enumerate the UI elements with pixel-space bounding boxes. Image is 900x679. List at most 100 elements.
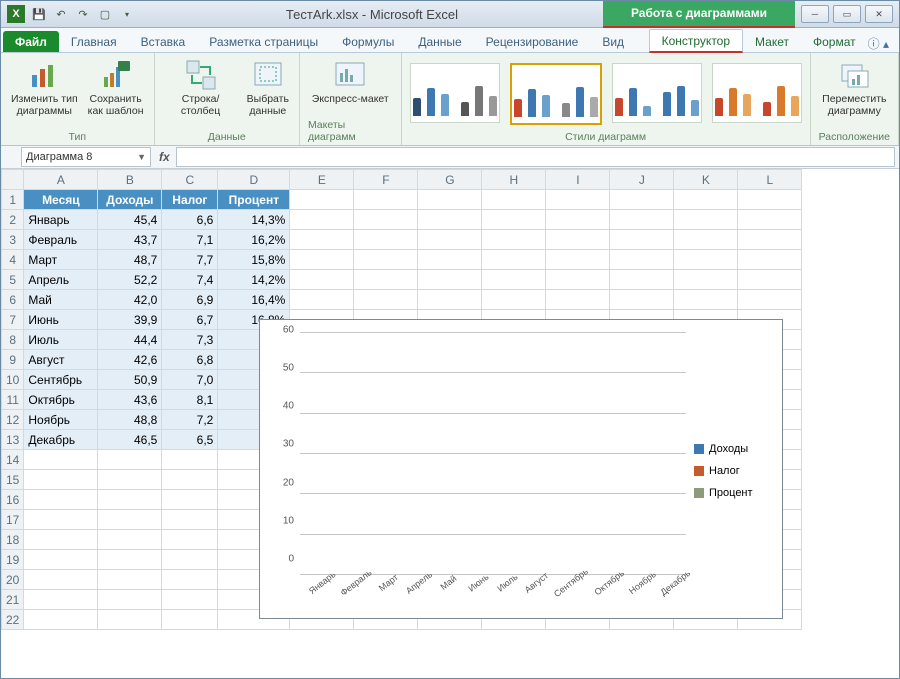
cell[interactable] <box>482 190 546 210</box>
cell[interactable] <box>418 230 482 250</box>
new-icon[interactable]: ▢ <box>97 6 113 22</box>
cell[interactable] <box>674 210 738 230</box>
row-header[interactable]: 15 <box>2 470 24 490</box>
cell[interactable] <box>738 290 802 310</box>
minimize-button[interactable]: ─ <box>801 5 829 23</box>
cell[interactable]: 48,8 <box>98 410 162 430</box>
cell[interactable] <box>610 230 674 250</box>
chart-style-3[interactable] <box>612 63 702 123</box>
cell[interactable]: Август <box>24 350 98 370</box>
cell[interactable] <box>24 510 98 530</box>
cell[interactable]: 39,9 <box>98 310 162 330</box>
cell[interactable]: 14,2% <box>218 270 290 290</box>
column-header[interactable]: E <box>290 170 354 190</box>
chart-style-4[interactable] <box>712 63 802 123</box>
row-header[interactable]: 1 <box>2 190 24 210</box>
cell[interactable]: 48,7 <box>98 250 162 270</box>
name-box[interactable]: Диаграмма 8 ▼ <box>21 147 151 167</box>
tab-chart-design[interactable]: Конструктор <box>649 29 743 53</box>
column-header[interactable]: J <box>610 170 674 190</box>
row-header[interactable]: 7 <box>2 310 24 330</box>
cell[interactable] <box>162 530 218 550</box>
cell[interactable] <box>418 250 482 270</box>
cell[interactable] <box>162 490 218 510</box>
cell[interactable] <box>24 570 98 590</box>
tab-insert[interactable]: Вставка <box>129 31 198 52</box>
cell[interactable] <box>354 190 418 210</box>
column-header[interactable]: I <box>546 170 610 190</box>
save-as-template-button[interactable]: Сохранить как шаблон <box>86 57 146 119</box>
cell[interactable] <box>290 290 354 310</box>
cell[interactable]: 6,6 <box>162 210 218 230</box>
cell[interactable] <box>98 450 162 470</box>
cell[interactable] <box>162 450 218 470</box>
cell[interactable] <box>546 190 610 210</box>
cell[interactable] <box>354 290 418 310</box>
cell[interactable] <box>482 230 546 250</box>
cell[interactable] <box>162 470 218 490</box>
row-header[interactable]: 18 <box>2 530 24 550</box>
tab-file[interactable]: Файл <box>3 31 59 52</box>
cell[interactable] <box>24 550 98 570</box>
cell[interactable] <box>290 190 354 210</box>
column-header[interactable]: H <box>482 170 546 190</box>
cell[interactable]: 16,4% <box>218 290 290 310</box>
cell[interactable]: 14,3% <box>218 210 290 230</box>
tab-view[interactable]: Вид <box>590 31 636 52</box>
formula-input[interactable] <box>176 147 895 167</box>
cell[interactable] <box>162 570 218 590</box>
cell[interactable] <box>354 250 418 270</box>
name-box-dropdown-icon[interactable]: ▼ <box>137 152 146 162</box>
cell[interactable] <box>24 470 98 490</box>
column-header[interactable]: B <box>98 170 162 190</box>
cell[interactable] <box>24 450 98 470</box>
cell[interactable] <box>738 210 802 230</box>
tab-chart-format[interactable]: Формат <box>801 31 868 52</box>
cell[interactable]: 7,3 <box>162 330 218 350</box>
cell[interactable] <box>610 190 674 210</box>
restore-button[interactable]: ▭ <box>833 5 861 23</box>
cell[interactable] <box>98 490 162 510</box>
cell[interactable]: Доходы <box>98 190 162 210</box>
cell[interactable] <box>290 250 354 270</box>
cell[interactable] <box>354 270 418 290</box>
cell[interactable] <box>482 290 546 310</box>
cell[interactable]: 16,2% <box>218 230 290 250</box>
row-header[interactable]: 9 <box>2 350 24 370</box>
cell[interactable] <box>98 590 162 610</box>
row-header[interactable]: 19 <box>2 550 24 570</box>
cell[interactable] <box>24 610 98 630</box>
cell[interactable]: Январь <box>24 210 98 230</box>
cell[interactable] <box>290 230 354 250</box>
save-icon[interactable]: 💾 <box>31 6 47 22</box>
cell[interactable] <box>162 510 218 530</box>
cell[interactable]: 7,0 <box>162 370 218 390</box>
cell[interactable] <box>738 270 802 290</box>
cell[interactable]: Процент <box>218 190 290 210</box>
close-button[interactable]: ✕ <box>865 5 893 23</box>
spreadsheet-grid[interactable]: ABCDEFGHIJKL1МесяцДоходыНалогПроцент2Янв… <box>1 169 899 678</box>
cell[interactable] <box>738 250 802 270</box>
row-header[interactable]: 3 <box>2 230 24 250</box>
row-header[interactable]: 8 <box>2 330 24 350</box>
row-header[interactable]: 17 <box>2 510 24 530</box>
row-header[interactable]: 16 <box>2 490 24 510</box>
cell[interactable]: 8,1 <box>162 390 218 410</box>
cell[interactable] <box>24 490 98 510</box>
cell[interactable]: Март <box>24 250 98 270</box>
embedded-chart[interactable]: 0102030405060 ЯнварьФевральМартАпрельМай… <box>259 319 783 619</box>
cell[interactable] <box>418 210 482 230</box>
cell[interactable] <box>738 230 802 250</box>
row-header[interactable]: 21 <box>2 590 24 610</box>
cell[interactable]: 44,4 <box>98 330 162 350</box>
cell[interactable] <box>610 210 674 230</box>
tab-review[interactable]: Рецензирование <box>474 31 591 52</box>
cell[interactable] <box>98 470 162 490</box>
cell[interactable] <box>354 210 418 230</box>
cell[interactable] <box>354 230 418 250</box>
cell[interactable] <box>24 530 98 550</box>
cell[interactable] <box>290 210 354 230</box>
cell[interactable] <box>610 250 674 270</box>
undo-icon[interactable]: ↶ <box>53 6 69 22</box>
cell[interactable]: 7,7 <box>162 250 218 270</box>
